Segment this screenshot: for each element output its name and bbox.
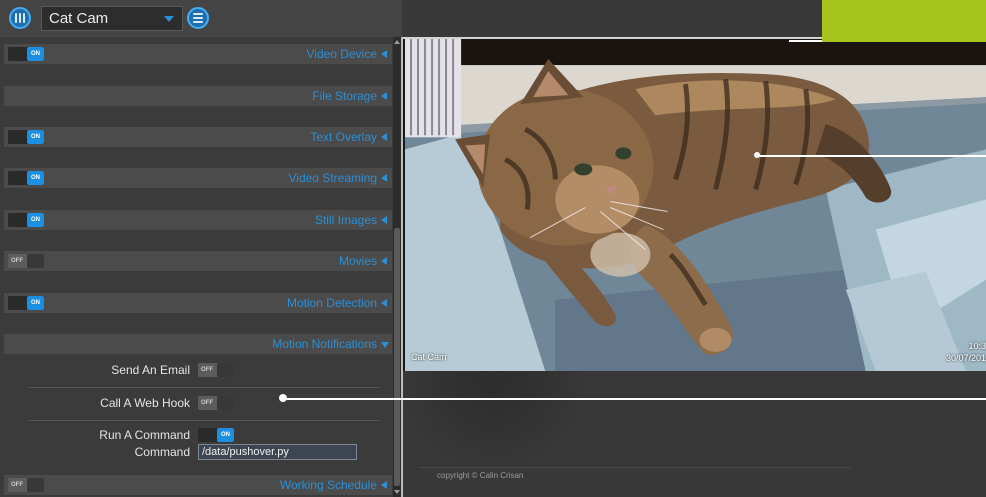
section-still-images[interactable]: ON Still Images: [4, 210, 392, 230]
settings-panel: ON Video Device File Storage ON Text Ove…: [0, 37, 401, 497]
web-hook-toggle[interactable]: OFF: [198, 396, 234, 410]
camera-image: [405, 39, 986, 371]
menu-icon-bar: [15, 13, 17, 23]
toggle-state-label: ON: [31, 175, 40, 181]
camera-date-overlay: 30/07/201: [945, 353, 986, 363]
layers-icon-bar: [193, 17, 203, 19]
section-title: Video Streaming: [288, 171, 378, 185]
section-title: Text Overlay: [310, 130, 377, 144]
annotation-line: [283, 398, 986, 400]
arrow-down-icon: [381, 342, 389, 348]
section-motion-notifications[interactable]: Motion Notifications: [4, 334, 392, 354]
still-images-toggle[interactable]: ON: [8, 213, 44, 227]
section-title: File Storage: [312, 89, 377, 103]
section-file-storage[interactable]: File Storage: [4, 86, 392, 106]
section-video-device[interactable]: ON Video Device: [4, 44, 392, 64]
arrow-left-icon: [381, 299, 387, 307]
arrow-left-icon: [381, 257, 387, 265]
annotation-dot: [279, 394, 287, 402]
menu-icon-bar: [19, 13, 21, 23]
arrow-left-icon: [381, 174, 387, 182]
send-email-toggle[interactable]: OFF: [198, 363, 234, 377]
camera-select[interactable]: Cat Cam: [41, 6, 183, 31]
working-schedule-toggle[interactable]: OFF: [8, 478, 44, 492]
scroll-up-icon[interactable]: [394, 40, 400, 44]
section-motion-detection[interactable]: ON Motion Detection: [4, 293, 392, 313]
menu-icon-bar: [23, 13, 25, 23]
toggle-state-label: OFF: [11, 258, 23, 264]
run-command-label: Run A Command: [99, 428, 190, 442]
camera-select-value: Cat Cam: [49, 10, 109, 27]
toggle-knob: [217, 363, 234, 377]
section-title: Motion Notifications: [272, 337, 377, 351]
scrollbar-thumb[interactable]: [394, 228, 400, 486]
section-title: Motion Detection: [286, 296, 377, 310]
row-separator: [28, 387, 380, 388]
toggle-knob: [27, 478, 44, 492]
motioneye-app: Cat Cam ON Video Device File Storage ON …: [0, 0, 986, 497]
section-title: Video Device: [306, 47, 378, 61]
toggle-state-label: ON: [31, 300, 40, 306]
command-field[interactable]: [198, 444, 357, 460]
camera-frame[interactable]: [403, 37, 986, 371]
menu-icon[interactable]: [9, 7, 31, 29]
annotation-highlight-box: [822, 0, 986, 42]
scroll-down-icon[interactable]: [394, 490, 400, 494]
arrow-left-icon: [381, 216, 387, 224]
video-device-toggle[interactable]: ON: [8, 47, 44, 61]
footer-divider: [420, 467, 850, 468]
toggle-state-label: ON: [221, 432, 230, 438]
layers-icon[interactable]: [187, 7, 209, 29]
toggle-state-label: OFF: [201, 400, 213, 406]
chevron-down-icon: [164, 16, 174, 22]
movies-toggle[interactable]: OFF: [8, 254, 44, 268]
camera-time-overlay: 10:3: [968, 341, 986, 351]
section-title: Working Schedule: [279, 478, 377, 492]
section-video-streaming[interactable]: ON Video Streaming: [4, 168, 392, 188]
arrow-left-icon: [381, 50, 387, 58]
toggle-state-label: OFF: [11, 482, 23, 488]
layers-icon-bar: [193, 21, 203, 23]
section-movies[interactable]: OFF Movies: [4, 251, 392, 271]
toggle-state-label: ON: [31, 217, 40, 223]
section-title: Still Images: [314, 213, 377, 227]
text-overlay-toggle[interactable]: ON: [8, 130, 44, 144]
command-label: Command: [134, 445, 190, 459]
toggle-knob: [217, 396, 234, 410]
toggle-state-label: OFF: [201, 367, 213, 373]
motion-detection-toggle[interactable]: ON: [8, 296, 44, 310]
copyright-text: copyright © Calin Crisan: [437, 471, 524, 480]
section-title: Movies: [338, 254, 377, 268]
annotation-line: [757, 155, 986, 157]
arrow-left-icon: [381, 92, 387, 100]
top-bar: Cat Cam: [0, 0, 402, 37]
arrow-left-icon: [381, 481, 387, 489]
toggle-state-label: ON: [31, 134, 40, 140]
layers-icon-bar: [193, 13, 203, 15]
section-working-schedule[interactable]: OFF Working Schedule: [4, 475, 392, 495]
row-separator: [28, 420, 380, 421]
section-text-overlay[interactable]: ON Text Overlay: [4, 127, 392, 147]
run-command-toggle[interactable]: ON: [198, 428, 234, 442]
annotation-line: [789, 40, 822, 42]
web-hook-label: Call A Web Hook: [100, 396, 190, 410]
send-email-label: Send An Email: [111, 363, 190, 377]
video-streaming-toggle[interactable]: ON: [8, 171, 44, 185]
settings-scrollbar[interactable]: [393, 37, 401, 497]
camera-name-overlay: Cat Cam: [411, 352, 447, 362]
arrow-left-icon: [381, 133, 387, 141]
toggle-knob: [27, 254, 44, 268]
annotation-dot: [754, 152, 760, 158]
toggle-state-label: ON: [31, 51, 40, 57]
